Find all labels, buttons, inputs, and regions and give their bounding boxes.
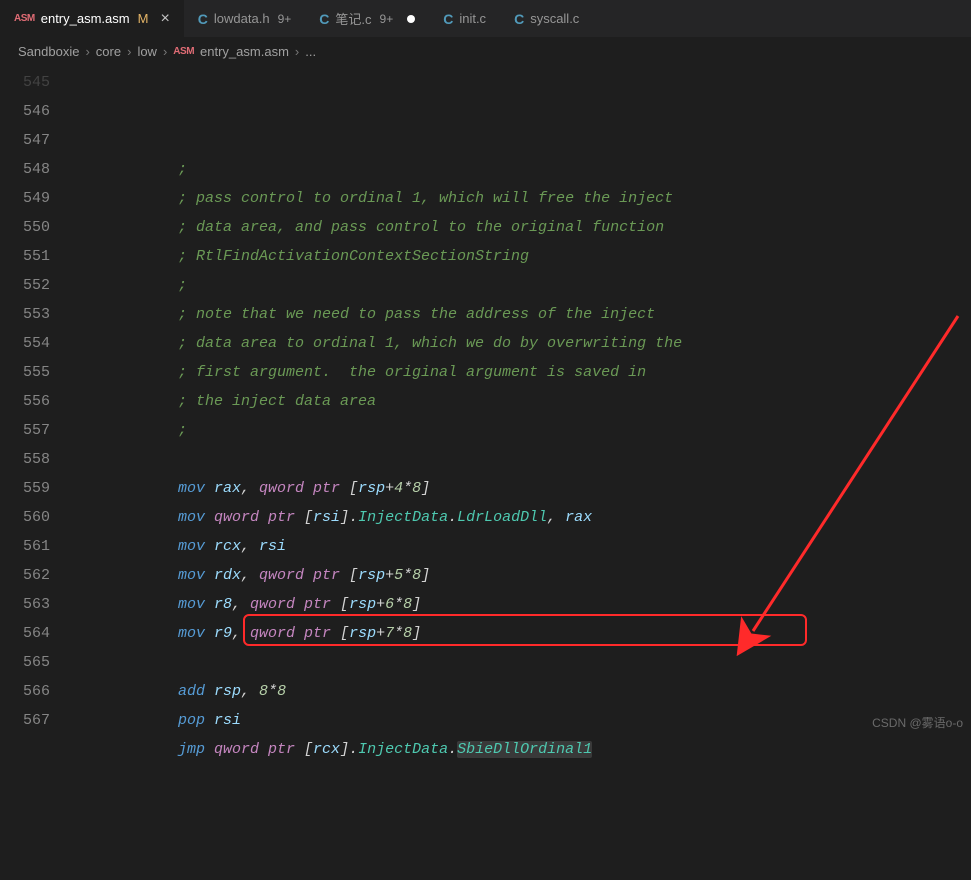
line-number: 555 (0, 358, 50, 387)
code-line[interactable]: ; (68, 416, 971, 445)
code-area[interactable]: ; ; pass control to ordinal 1, which will… (68, 64, 971, 739)
code-line[interactable]: ; first argument. the original argument … (68, 358, 971, 387)
code-line[interactable]: add rsp, 8*8 (68, 677, 971, 706)
code-line[interactable]: mov r9, qword ptr [rsp+7*8] (68, 619, 971, 648)
line-number: 567 (0, 706, 50, 735)
line-number: 563 (0, 590, 50, 619)
c-file-icon: C (514, 11, 524, 27)
line-number: 553 (0, 300, 50, 329)
tab-lowdata-h[interactable]: Clowdata.h 9+ (184, 0, 305, 37)
code-line[interactable]: mov rdx, qword ptr [rsp+5*8] (68, 561, 971, 590)
line-number: 564 (0, 619, 50, 648)
dirty-indicator (407, 15, 415, 23)
tab-label: entry_asm.asm (41, 11, 130, 26)
comment: ; data area, and pass control to the ori… (178, 219, 664, 236)
breadcrumb[interactable]: Sandboxie › core › low › ASM entry_asm.asm ›... (0, 38, 971, 64)
comment: ; (178, 277, 187, 294)
close-icon[interactable]: × (160, 11, 169, 27)
line-number: 559 (0, 474, 50, 503)
line-number: 548 (0, 155, 50, 184)
line-number: 560 (0, 503, 50, 532)
line-number: 551 (0, 242, 50, 271)
tab-label: lowdata.h (214, 11, 270, 26)
comment: ; (178, 422, 187, 439)
line-number: 545 (0, 68, 50, 97)
code-line[interactable] (68, 445, 971, 474)
line-number: 549 (0, 184, 50, 213)
breadcrumb-segment[interactable]: core (96, 44, 121, 59)
line-number: 561 (0, 532, 50, 561)
comment: ; pass control to ordinal 1, which will … (178, 190, 673, 207)
code-line[interactable]: ; (68, 271, 971, 300)
breadcrumb-segment[interactable]: Sandboxie (18, 44, 79, 59)
tab-label: 笔记.c (335, 9, 371, 28)
code-line[interactable]: ; note that we need to pass the address … (68, 300, 971, 329)
code-line[interactable]: ; pass control to ordinal 1, which will … (68, 184, 971, 213)
comment: ; RtlFindActivationContextSectionString (178, 248, 529, 265)
c-file-icon: C (319, 11, 329, 27)
chevron-right-icon: › (295, 44, 299, 59)
tab-label: init.c (459, 11, 486, 26)
chevron-right-icon: › (127, 44, 131, 59)
comment: ; note that we need to pass the address … (178, 306, 655, 323)
code-line[interactable]: pop rsi (68, 706, 971, 735)
code-line[interactable] (68, 764, 971, 793)
line-number: 562 (0, 561, 50, 590)
tab-label: syscall.c (530, 11, 579, 26)
code-line[interactable] (68, 648, 971, 677)
chevron-right-icon: › (163, 44, 167, 59)
code-line[interactable]: jmp qword ptr [rcx].InjectData.SbieDllOr… (68, 735, 971, 764)
code-line[interactable]: mov rcx, rsi (68, 532, 971, 561)
comment: ; data area to ordinal 1, which we do by… (178, 335, 682, 352)
comment: ; first argument. the original argument … (178, 364, 646, 381)
code-line[interactable]: ; data area to ordinal 1, which we do by… (68, 329, 971, 358)
line-number: 550 (0, 213, 50, 242)
line-number: 547 (0, 126, 50, 155)
comment: ; (178, 161, 187, 178)
tab-badge: 9+ (278, 12, 292, 26)
watermark: CSDN @雾语o-o (872, 714, 963, 731)
line-number: 557 (0, 416, 50, 445)
line-number: 556 (0, 387, 50, 416)
tab-syscall-c[interactable]: Csyscall.c (500, 0, 593, 37)
line-number: 554 (0, 329, 50, 358)
c-file-icon: C (198, 11, 208, 27)
tab-entry_asm-asm[interactable]: ASM entry_asm.asm M × (0, 0, 184, 37)
code-line[interactable]: ; the inject data area (68, 387, 971, 416)
line-number: 546 (0, 97, 50, 126)
asm-file-icon: ASM (173, 46, 194, 57)
code-editor[interactable]: 5455465475485495505515525535545555565575… (0, 64, 971, 739)
editor-tabs: ASM entry_asm.asm M × Clowdata.h 9+ C 笔记.c 9+ Cin… (0, 0, 971, 38)
code-line[interactable]: mov rax, qword ptr [rsp+4*8] (68, 474, 971, 503)
code-line[interactable]: mov r8, qword ptr [rsp+6*8] (68, 590, 971, 619)
line-number-gutter: 5455465475485495505515525535545555565575… (0, 64, 68, 739)
tab-笔记-c[interactable]: C 笔记.c 9+ (305, 0, 429, 37)
code-line[interactable]: ; data area, and pass control to the ori… (68, 213, 971, 242)
line-number: 552 (0, 271, 50, 300)
c-file-icon: C (443, 11, 453, 27)
code-line[interactable]: ; (68, 155, 971, 184)
tab-badge: 9+ (380, 12, 394, 26)
breadcrumb-segment[interactable]: entry_asm.asm (200, 44, 289, 59)
chevron-right-icon: › (85, 44, 89, 59)
line-number: 558 (0, 445, 50, 474)
line-number: 566 (0, 677, 50, 706)
breadcrumb-segment[interactable]: low (137, 44, 157, 59)
modified-indicator: M (138, 11, 149, 26)
asm-file-icon: ASM (14, 13, 35, 24)
code-line[interactable]: mov qword ptr [rsi].InjectData.LdrLoadDl… (68, 503, 971, 532)
breadcrumb-segment[interactable]: ... (305, 44, 316, 59)
code-line[interactable]: ; RtlFindActivationContextSectionString (68, 242, 971, 271)
comment: ; the inject data area (178, 393, 376, 410)
line-number: 565 (0, 648, 50, 677)
tab-init-c[interactable]: Cinit.c (429, 0, 500, 37)
